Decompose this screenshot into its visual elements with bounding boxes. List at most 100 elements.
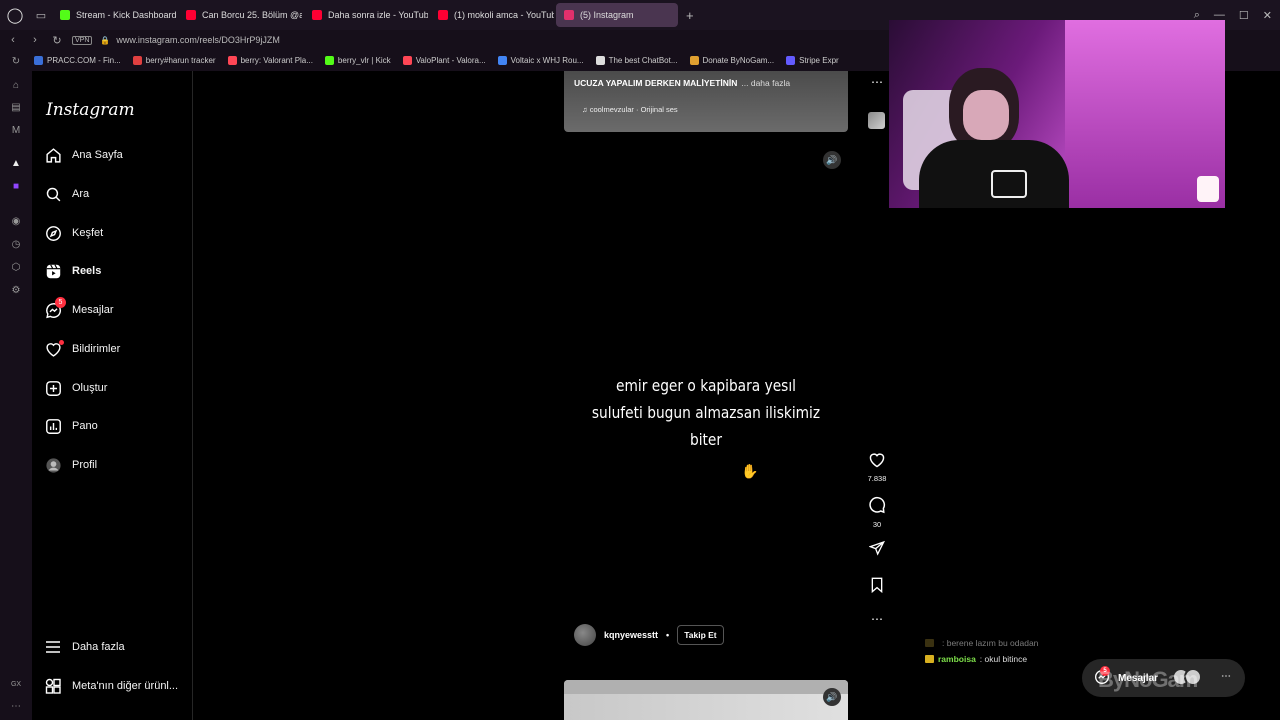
like-button[interactable]: 7.838 <box>866 452 888 483</box>
new-tab-button[interactable]: + <box>680 8 700 23</box>
reload-icon[interactable]: ↻ <box>48 34 66 47</box>
chat-text: : berene lazım bu odadan <box>942 638 1039 648</box>
player-icon[interactable]: ◉ <box>10 216 22 228</box>
comment-button[interactable]: 30 <box>866 496 888 529</box>
sidebar-more-icon[interactable]: ⋯ <box>10 701 22 713</box>
nav-item-home[interactable]: Ana Sayfa <box>44 146 123 164</box>
nav-item-label: Mesajlar <box>72 304 114 316</box>
bookmark-item[interactable]: Stripe Expr <box>786 56 839 65</box>
chat-username: ramboisa <box>938 654 976 664</box>
meta-apps-icon <box>44 677 62 695</box>
messages-more-icon[interactable]: ⋯ <box>1221 671 1231 682</box>
nav-item-compass[interactable]: Keşfet <box>44 224 103 242</box>
maximize-icon[interactable]: ☐ <box>1239 9 1249 22</box>
author-avatar[interactable] <box>574 624 596 646</box>
nav-more[interactable]: Daha fazla <box>44 638 125 656</box>
next-reel-mute-button[interactable]: 🔊 <box>823 688 841 706</box>
twitch-icon[interactable]: ■ <box>10 181 22 193</box>
webcam-lamp <box>1197 176 1219 202</box>
nav-item-label: Keşfet <box>72 227 104 239</box>
share-button[interactable] <box>866 540 888 561</box>
bookmark-item[interactable]: Voltaic x WHJ Rou... <box>497 56 584 65</box>
nav-item-label: Reels <box>72 265 102 277</box>
separator-dot: • <box>666 630 670 640</box>
previous-reel[interactable]: UCUZA YAPALIM DERKEN MALİYETİNİN... daha… <box>564 71 848 132</box>
search-icon <box>44 185 62 203</box>
pinboard-icon[interactable]: ▤ <box>10 102 22 114</box>
current-reel[interactable]: 🔊 emir eger o kapibara yesıl sulufeti bu… <box>564 140 848 672</box>
bookmark-label: Voltaic x WHJ Rou... <box>510 56 584 65</box>
kick-sidebar-icon[interactable]: ▲ <box>10 158 22 170</box>
nav-item-label: Ara <box>72 188 90 200</box>
nav-item-dashboard[interactable]: Pano <box>44 417 98 435</box>
next-reel[interactable]: 🔊 <box>564 680 848 720</box>
reel-author: kqnyewesstt • Takip Et <box>574 624 724 646</box>
instagram-logo[interactable]: Instagram <box>46 100 135 120</box>
menu-icon <box>44 638 62 656</box>
close-icon[interactable]: ✕ <box>1263 9 1272 22</box>
bookmark-item[interactable]: berry_vlr | Kick <box>324 56 391 65</box>
nav-item-reels[interactable]: Reels <box>44 262 101 280</box>
chat-badge-icon <box>925 655 934 663</box>
opera-sidebar: ↻ ⌂ ▤ M ▲ ■ ◉ ◷ ⬡ ⚙ GX ⋯ <box>0 50 32 720</box>
browser-tab[interactable]: Can Borcu 25. Bölüm @at <box>178 3 302 27</box>
browser-tab[interactable]: (1) mokoli amca - YouTube <box>430 3 554 27</box>
nav-item-label: Bildirimler <box>72 343 121 355</box>
follow-button[interactable]: Takip Et <box>677 625 724 645</box>
tab-label: (5) Instagram <box>580 10 634 20</box>
reel-more-icon[interactable]: ⋯ <box>866 612 888 626</box>
mail-icon[interactable]: M <box>10 125 22 137</box>
reel-audio[interactable]: ♫ coolmevzular · Orijinal ses <box>582 105 678 114</box>
chat-message: ramboisa: okul bitince <box>925 654 1038 664</box>
reel-overlay-text: emir eger o kapibara yesıl sulufeti bugu… <box>584 372 828 453</box>
tab-menu-icon[interactable]: ▭ <box>30 0 52 30</box>
back-icon[interactable]: ‹ <box>4 34 22 46</box>
previous-reel-more-icon[interactable]: ⋯ <box>866 75 888 89</box>
nav-item-profile[interactable]: Profil <box>44 456 97 474</box>
vpn-badge[interactable]: VPN <box>72 35 93 45</box>
reel-text-line: emir eger o kapibara yesıl <box>616 376 796 395</box>
nav-item-messenger[interactable]: 5 Mesajlar <box>44 297 114 319</box>
mute-button[interactable]: 🔊 <box>823 151 841 169</box>
caption-more-link[interactable]: ... daha fazla <box>741 78 790 88</box>
clock-icon[interactable]: ◷ <box>10 239 22 251</box>
gx-icon[interactable]: GX <box>10 679 22 691</box>
url-input[interactable]: www.instagram.com/reels/DO3HrP9jJZM <box>116 35 280 45</box>
next-reel-preview <box>564 680 848 694</box>
reel-caption: UCUZA YAPALIM DERKEN MALİYETİNİN... daha… <box>574 78 790 88</box>
nav-item-plus[interactable]: Oluştur <box>44 379 107 397</box>
nav-meta[interactable]: Meta'nın diğer ürünl... <box>44 677 178 695</box>
nav-item-search[interactable]: Ara <box>44 185 89 203</box>
save-button[interactable] <box>866 577 888 598</box>
heart-icon <box>44 340 64 358</box>
browser-tab[interactable]: Daha sonra izle - YouTube <box>304 3 428 27</box>
tab-label: (1) mokoli amca - YouTube <box>454 10 554 20</box>
bookmark-icon <box>871 577 883 594</box>
bookmark-item[interactable]: Donate ByNoGam... <box>689 56 774 65</box>
browser-tab[interactable]: Stream - Kick Dashboard <box>52 3 176 27</box>
extensions-icon[interactable]: ⬡ <box>10 262 22 274</box>
settings-icon[interactable]: ⚙ <box>10 285 22 297</box>
tab-favicon-icon <box>60 10 70 20</box>
forward-icon[interactable]: › <box>26 34 44 46</box>
opera-logo-icon[interactable]: ◯ <box>0 0 30 30</box>
history-icon[interactable]: ↻ <box>10 56 22 68</box>
nav-item-heart[interactable]: Bildirimler <box>44 340 120 358</box>
browser-tab[interactable]: (5) Instagram <box>556 3 678 27</box>
bookmark-favicon-icon <box>227 56 237 65</box>
bookmark-item[interactable]: berry#harun tracker <box>132 56 216 65</box>
bookmark-favicon-icon <box>324 56 334 65</box>
streamer-webcam <box>889 20 1225 208</box>
bookmark-favicon-icon <box>689 56 699 65</box>
bag-icon[interactable]: ⌂ <box>10 80 22 92</box>
bookmark-item[interactable]: The best ChatBot... <box>595 56 678 65</box>
tab-favicon-icon <box>564 10 574 20</box>
tab-favicon-icon <box>186 10 196 20</box>
bookmark-item[interactable]: ValoPlant - Valora... <box>402 56 486 65</box>
author-username[interactable]: kqnyewesstt <box>604 630 658 640</box>
audio-thumbnail[interactable] <box>868 112 885 129</box>
bookmark-item[interactable]: PRACC.COM - Fin... <box>34 56 121 65</box>
bookmark-favicon-icon <box>132 56 142 65</box>
notification-dot <box>59 340 64 345</box>
bookmark-item[interactable]: berry: Valorant Pla... <box>227 56 313 65</box>
